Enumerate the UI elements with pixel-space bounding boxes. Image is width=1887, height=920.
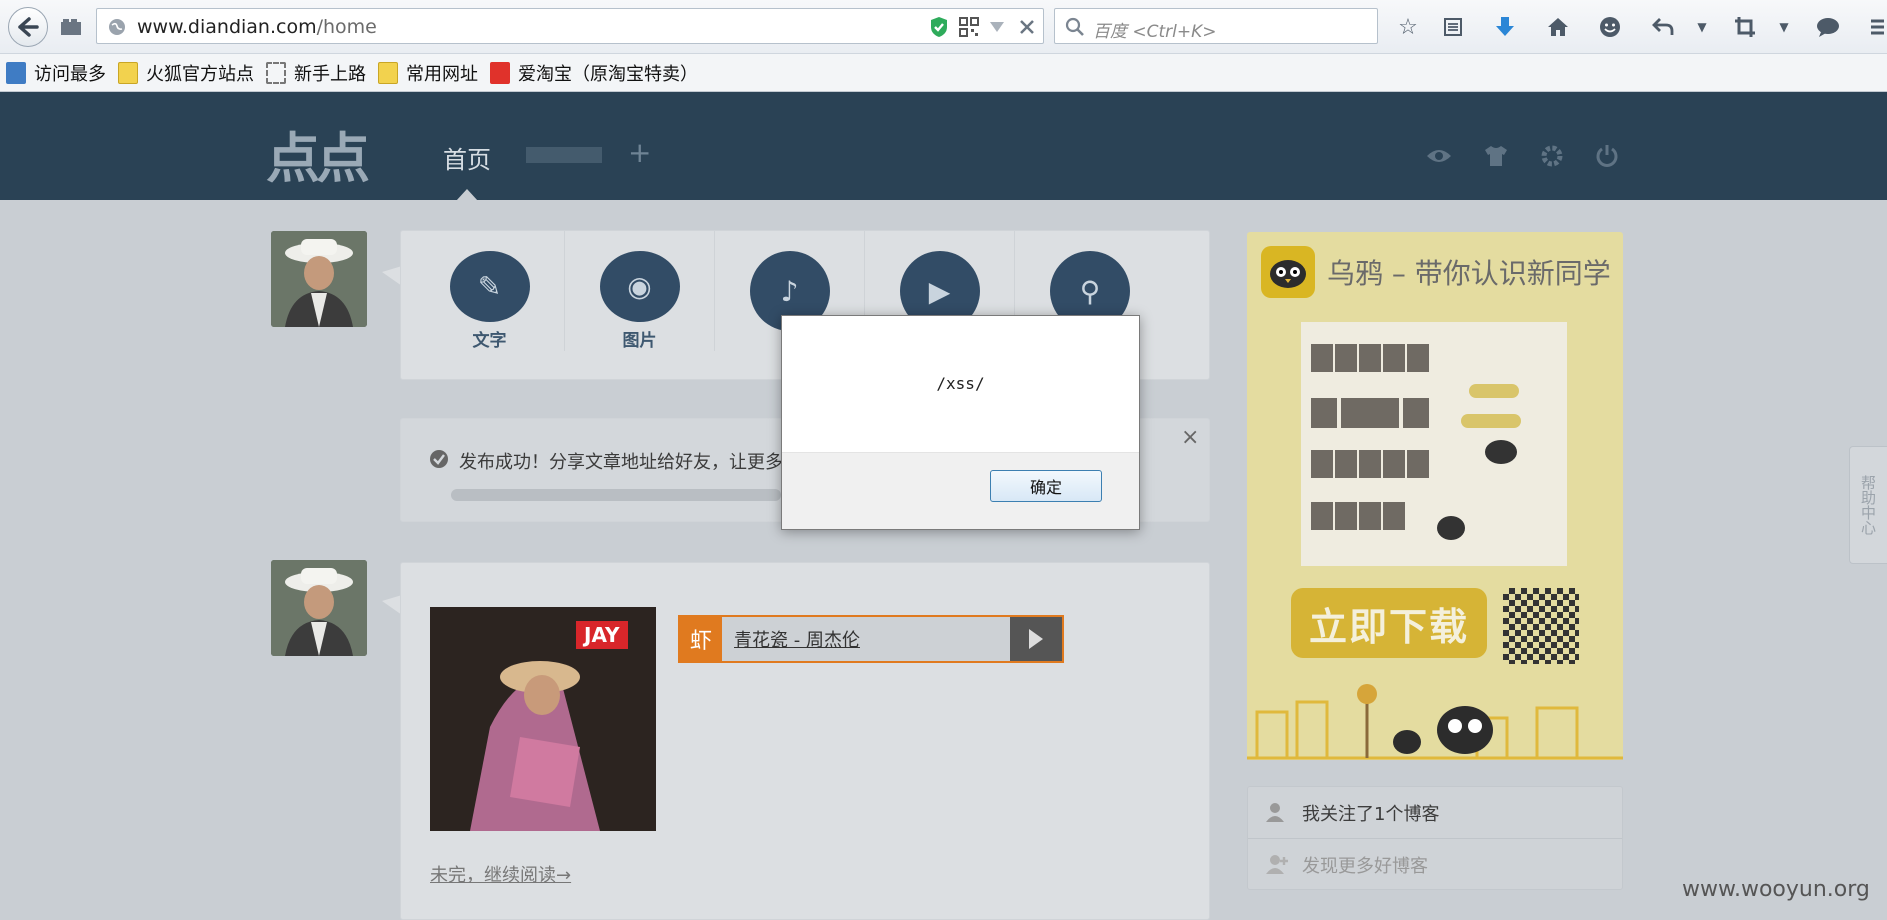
bookmark-firefox-official[interactable]: 火狐官方站点 xyxy=(118,60,254,86)
album-cover[interactable]: JAY xyxy=(430,607,656,831)
alert-message: /xss/ xyxy=(936,374,985,393)
notice-share-link[interactable] xyxy=(451,489,781,501)
post-text-button[interactable]: ✎ 文字 xyxy=(415,231,565,351)
add-user-icon xyxy=(1266,855,1288,874)
music-player: 虾 青花瓷 - 周杰伦 xyxy=(678,615,1064,663)
post-photo-button[interactable]: ◉ 图片 xyxy=(565,231,715,351)
search-placeholder: 百度 <Ctrl+K> xyxy=(1093,22,1217,42)
card-pointer-icon xyxy=(382,266,402,286)
qr-code-image xyxy=(1503,588,1579,664)
following-row[interactable]: 我关注了1个博客 xyxy=(1248,787,1622,839)
read-more-link[interactable]: 未完，继续阅读→ xyxy=(430,861,571,887)
bookmark-label: 常用网址 xyxy=(406,63,478,85)
back-arrow-icon xyxy=(18,17,39,37)
power-icon[interactable] xyxy=(1593,142,1621,170)
alert-footer: 确定 xyxy=(782,452,1139,529)
shield-check-icon[interactable] xyxy=(929,16,949,38)
bookmark-aitaobao[interactable]: 爱淘宝（原淘宝特卖） xyxy=(490,60,698,86)
check-circle-icon xyxy=(430,450,448,468)
dashed-folder-icon xyxy=(266,61,286,84)
search-folder-icon xyxy=(6,61,26,84)
download-icon[interactable] xyxy=(1490,12,1520,42)
menu-icon[interactable] xyxy=(1862,12,1887,42)
ad-city-illustration xyxy=(1247,684,1623,760)
tshirt-icon[interactable] xyxy=(1482,142,1510,170)
post-button-label: 文字 xyxy=(472,331,507,351)
site-header: 点点 首页 + xyxy=(0,92,1887,201)
url-text[interactable]: www.diandian.com/home xyxy=(137,16,377,38)
smiley-icon[interactable] xyxy=(1595,12,1625,42)
search-box[interactable]: 百度 <Ctrl+K> xyxy=(1054,8,1378,44)
avatar[interactable] xyxy=(271,231,367,327)
watermark-text: www.wooyun.org xyxy=(1682,877,1870,902)
globe-icon xyxy=(109,19,125,35)
bookmark-label: 爱淘宝（原淘宝特卖） xyxy=(518,63,698,85)
site-logo[interactable]: 点点 xyxy=(266,114,370,193)
notice-text: 发布成功！分享文章地址给好友，让更多 xyxy=(459,452,783,473)
pen-icon: ✎ xyxy=(449,251,530,322)
dropdown-arrow-icon[interactable] xyxy=(989,21,1005,33)
xiami-logo-icon: 虾 xyxy=(680,617,722,661)
close-icon[interactable] xyxy=(1019,19,1035,35)
ad-download-button[interactable]: 立即下载 xyxy=(1291,588,1487,658)
home-icon[interactable] xyxy=(1543,12,1573,42)
cover-tag: JAY xyxy=(576,621,628,649)
url-path: /home xyxy=(316,16,377,38)
play-icon xyxy=(1029,629,1043,649)
nav-add-button[interactable]: + xyxy=(628,136,651,169)
song-title-link[interactable]: 青花瓷 - 周杰伦 xyxy=(722,617,1010,661)
avatar[interactable] xyxy=(271,560,367,656)
play-button[interactable] xyxy=(1010,617,1062,661)
url-host: www.diandian.com xyxy=(137,16,317,38)
active-nav-pointer-icon xyxy=(456,189,478,201)
gear-icon[interactable] xyxy=(1538,142,1566,170)
crop-dropdown-icon[interactable]: ▼ xyxy=(1769,12,1799,42)
nav-home[interactable]: 首页 xyxy=(443,140,491,175)
qr-code-icon[interactable] xyxy=(959,17,979,37)
discover-row[interactable]: 发现更多好博客 xyxy=(1248,839,1622,891)
search-icon xyxy=(1065,17,1084,36)
star-icon[interactable]: ☆ xyxy=(1393,12,1423,42)
camera-icon: ◉ xyxy=(599,251,680,322)
taobao-icon xyxy=(490,61,510,84)
bookmark-label: 火狐官方站点 xyxy=(146,63,254,85)
notice-close-button[interactable]: × xyxy=(1181,425,1199,450)
bookmark-label: 新手上路 xyxy=(294,63,366,85)
user-icon xyxy=(1266,803,1284,822)
bookmark-common-sites[interactable]: 常用网址 xyxy=(378,60,478,86)
ok-button[interactable]: 确定 xyxy=(990,470,1102,502)
crop-icon[interactable] xyxy=(1730,12,1760,42)
bookmark-most-visited[interactable]: 访问最多 xyxy=(6,60,106,86)
back-button[interactable] xyxy=(8,7,48,47)
ad-title: 乌鸦 – 带你认识新同学 xyxy=(1327,257,1611,290)
following-text: 我关注了1个博客 xyxy=(1302,803,1440,825)
discover-text: 发现更多好博客 xyxy=(1302,856,1428,877)
follow-panel: 我关注了1个博客 发现更多好博客 xyxy=(1247,786,1623,890)
bookmarks-bar: 访问最多 火狐官方站点 新手上路 常用网址 爱淘宝（原淘宝特卖） xyxy=(0,54,1887,92)
eye-icon[interactable] xyxy=(1425,142,1453,170)
chat-icon[interactable] xyxy=(1813,12,1843,42)
bookmark-getting-started[interactable]: 新手上路 xyxy=(266,60,366,86)
undo-dropdown-icon[interactable]: ▼ xyxy=(1687,12,1717,42)
alert-dialog: /xss/ 确定 xyxy=(781,315,1140,530)
browser-toolbar: www.diandian.com/home 百度 <Ctrl+K> ☆ ▼ ▼ xyxy=(0,0,1887,54)
tab-groups-icon[interactable] xyxy=(56,12,86,42)
folder-icon xyxy=(378,61,398,84)
ad-app-preview xyxy=(1301,322,1567,566)
help-center-tab[interactable]: 帮助中心 xyxy=(1849,446,1887,564)
post-button-label: 图片 xyxy=(622,331,657,351)
crow-logo-icon xyxy=(1261,246,1315,298)
bookmark-label: 访问最多 xyxy=(34,63,106,85)
wuya-ad-banner[interactable]: 乌鸦 – 带你认识新同学 立即下载 xyxy=(1247,232,1623,760)
reading-list-icon[interactable] xyxy=(1438,12,1468,42)
url-bar[interactable]: www.diandian.com/home xyxy=(96,8,1044,44)
music-post: JAY 虾 青花瓷 - 周杰伦 未完，继续阅读→ xyxy=(400,562,1210,920)
undo-icon[interactable] xyxy=(1648,12,1678,42)
folder-icon xyxy=(118,61,138,84)
card-pointer-icon xyxy=(382,595,402,615)
nav-user-blog[interactable] xyxy=(526,147,602,163)
